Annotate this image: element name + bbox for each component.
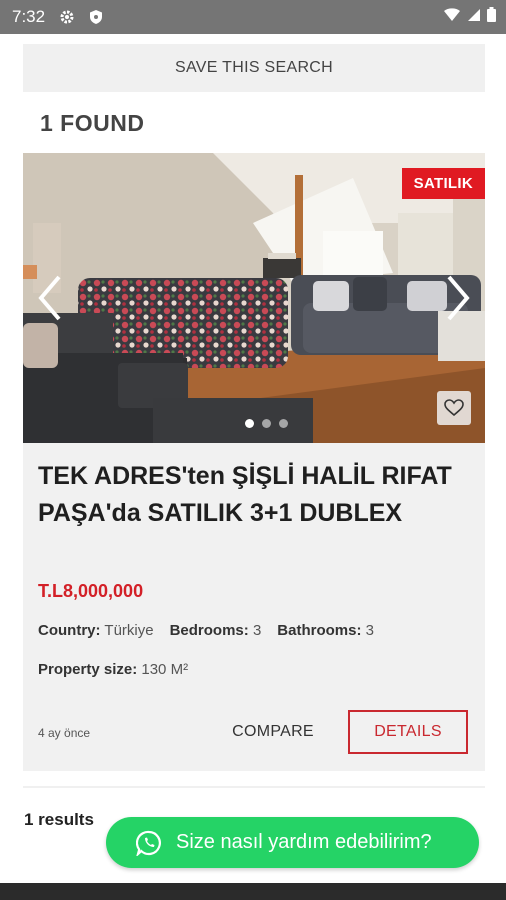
spec-bedrooms: Bedrooms: 3 [170, 622, 262, 639]
details-button[interactable]: DETAILS [348, 710, 468, 754]
spec-label: Property size: [38, 661, 138, 678]
found-count-heading: 1 FOUND [40, 110, 145, 136]
spec-label: Bathrooms: [277, 622, 362, 639]
results-count: 1 results [24, 810, 94, 829]
status-bar: 7:32 [0, 0, 506, 34]
wifi-icon [443, 7, 461, 27]
spec-country: Country: Türkiye [38, 622, 154, 639]
favorite-button[interactable] [437, 391, 471, 425]
carousel-dot[interactable] [262, 419, 271, 428]
posted-date: 4 ay önce [38, 726, 91, 740]
save-search-button[interactable]: SAVE THIS SEARCH [23, 44, 485, 92]
spec-label: Bedrooms: [169, 622, 249, 639]
whatsapp-chat-label: Size nasıl yardım edebilirim? [176, 831, 432, 853]
spec-property-size: Property size: 130 M² [38, 661, 188, 678]
listing-specs: Country: Türkiye Bedrooms: 3 Bathrooms: … [38, 622, 374, 639]
navigation-bar [0, 883, 506, 900]
compare-button[interactable]: COMPARE [218, 711, 328, 753]
spec-value: 130 M² [141, 661, 189, 678]
listing-photo[interactable]: SATILIK [23, 153, 485, 443]
listing-card[interactable]: SATILIK TEK ADRES'ten ŞİŞLİ HALİL RIFAT … [23, 153, 485, 771]
carousel-indicator [245, 419, 288, 428]
whatsapp-icon [136, 830, 162, 856]
previous-image-arrow[interactable] [35, 273, 65, 323]
spec-value: 3 [365, 622, 374, 639]
listing-price: T.L8,000,000 [38, 581, 144, 601]
divider [23, 786, 485, 788]
for-sale-badge: SATILIK [401, 168, 485, 199]
heart-icon [444, 399, 464, 417]
settings-icon [59, 9, 75, 25]
shield-icon [89, 9, 103, 25]
signal-icon [467, 8, 481, 27]
spec-value: Türkiye [104, 622, 154, 639]
search-results-page: SAVE THIS SEARCH 1 FOUND SATILIK TEK ADR… [3, 34, 503, 883]
next-image-arrow[interactable] [443, 273, 473, 323]
status-time: 7:32 [12, 7, 46, 26]
carousel-dot[interactable] [245, 419, 254, 428]
battery-icon [487, 7, 496, 27]
spec-bathrooms: Bathrooms: 3 [277, 622, 374, 639]
spec-value: 3 [252, 622, 262, 639]
whatsapp-chat-button[interactable]: Size nasıl yardım edebilirim? [106, 817, 479, 868]
carousel-dot[interactable] [279, 419, 288, 428]
listing-title[interactable]: TEK ADRES'ten ŞİŞLİ HALİL RIFAT PAŞA'da … [38, 458, 468, 532]
spec-label: Country: [38, 622, 101, 639]
